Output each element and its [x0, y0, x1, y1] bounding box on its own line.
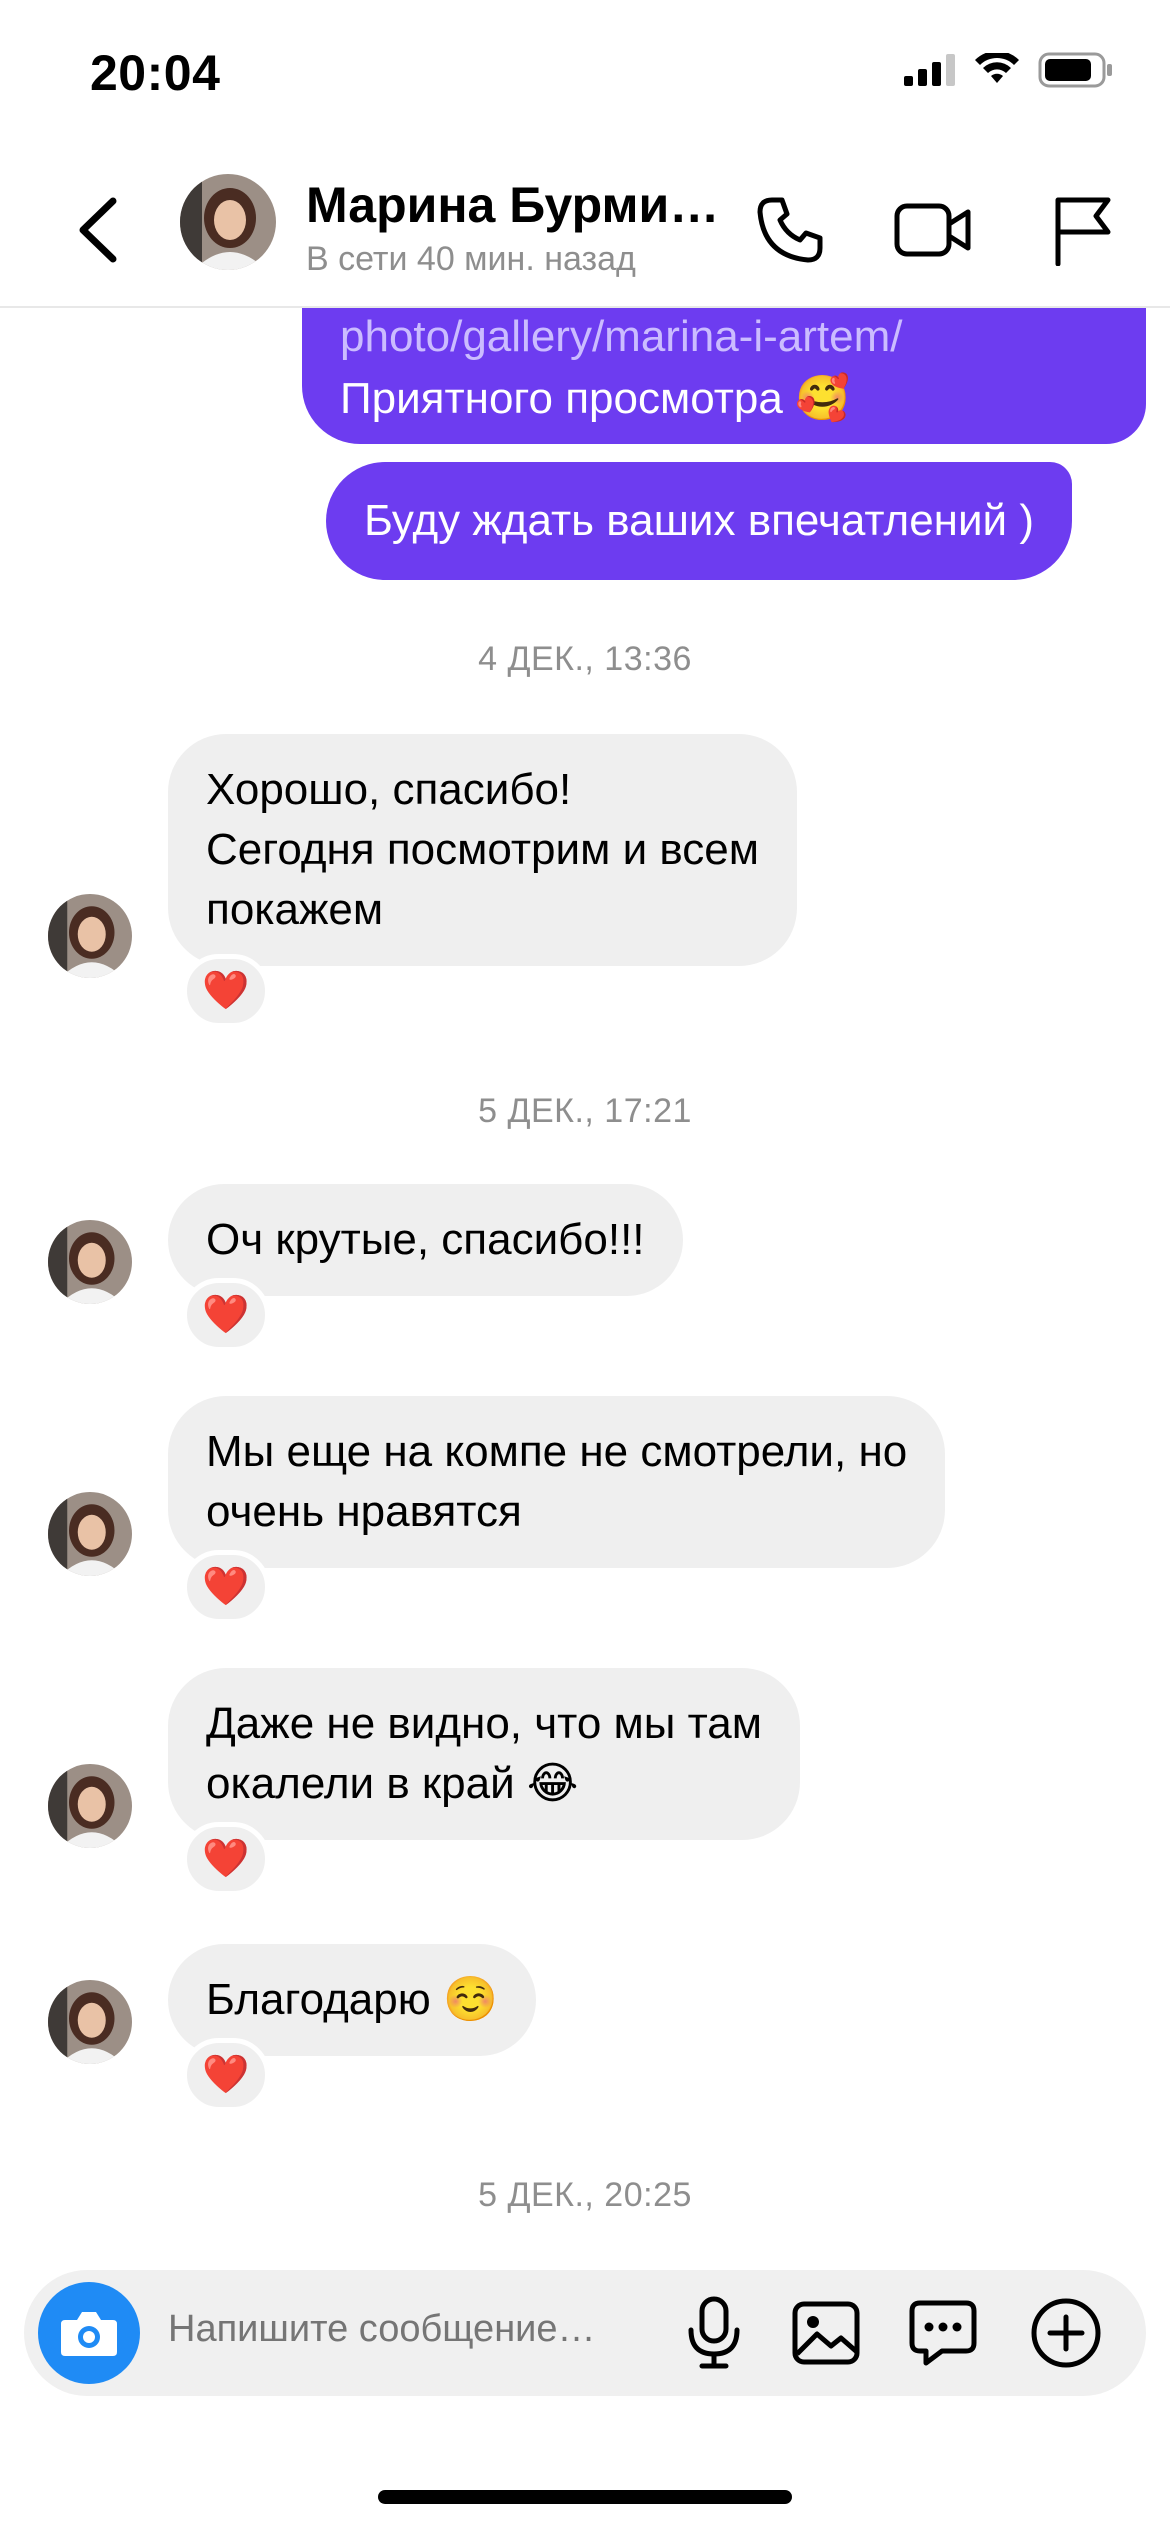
microphone-icon	[688, 2296, 740, 2369]
camera-button[interactable]	[38, 2282, 140, 2384]
voice-message-button[interactable]	[674, 2293, 754, 2373]
report-button[interactable]	[1042, 190, 1122, 270]
chat-screen: 20:04 Марина Бурмист В сети 40 мин. наза…	[0, 0, 1170, 2532]
sender-avatar[interactable]	[48, 1980, 132, 2064]
message-line: Даже не видно, что мы там	[206, 1699, 762, 1748]
message-timestamp: 5 ДЕК., 20:25	[478, 2176, 692, 2214]
more-options-button[interactable]	[1026, 2293, 1106, 2373]
outgoing-message[interactable]: Буду ждать ваших впечатлений )	[326, 462, 1073, 580]
sticker-button[interactable]	[903, 2293, 983, 2373]
heart-reaction[interactable]: ❤️	[182, 954, 270, 1028]
heart-icon: ❤️	[202, 1294, 250, 1336]
heart-icon: ❤️	[202, 1838, 250, 1880]
message-composer	[24, 2270, 1146, 2396]
status-bar: 20:04	[0, 0, 1170, 150]
outgoing-link[interactable]: photo/gallery/marina-i-artem/	[340, 308, 1108, 366]
incoming-message[interactable]: Хорошо, спасибо! Сегодня посмотрим и все…	[168, 734, 797, 966]
message-line: Оч крутые, спасибо!!!	[206, 1215, 645, 1264]
contact-avatar[interactable]	[180, 174, 276, 270]
heart-icon: ❤️	[202, 2054, 250, 2096]
contact-name[interactable]: Марина Бурмистрова	[306, 176, 726, 234]
wifi-icon	[975, 53, 1019, 83]
sender-avatar[interactable]	[48, 1764, 132, 1848]
status-time: 20:04	[90, 45, 221, 101]
sender-avatar[interactable]	[48, 1220, 132, 1304]
message-line: Благодарю ☺️	[206, 1975, 498, 2024]
message-timestamp: 4 ДЕК., 13:36	[478, 640, 692, 678]
call-button[interactable]	[750, 190, 830, 270]
status-icons	[904, 52, 1114, 88]
heart-icon: ❤️	[202, 1566, 250, 1608]
heart-reaction[interactable]: ❤️	[182, 1278, 270, 1352]
heart-icon: ❤️	[202, 970, 250, 1012]
home-indicator[interactable]	[378, 2490, 792, 2504]
outgoing-link-caption: Приятного просмотра 🥰	[340, 374, 850, 423]
phone-icon	[757, 197, 823, 263]
flag-icon	[1055, 197, 1111, 266]
message-timestamp: 5 ДЕК., 17:21	[478, 1092, 692, 1130]
incoming-message[interactable]: Даже не видно, что мы там окалели в край…	[168, 1668, 800, 1840]
sender-avatar[interactable]	[48, 1492, 132, 1576]
message-input[interactable]	[168, 2308, 668, 2351]
message-line: Мы еще на компе не смотрели, но	[206, 1427, 908, 1476]
message-line: окалели в край 😂	[206, 1759, 579, 1808]
back-button[interactable]	[62, 190, 132, 270]
video-call-button[interactable]	[893, 190, 973, 270]
incoming-message[interactable]: Мы еще на компе не смотрели, но очень нр…	[168, 1396, 946, 1568]
video-camera-icon	[894, 203, 971, 257]
sender-avatar[interactable]	[48, 894, 132, 978]
heart-reaction[interactable]: ❤️	[182, 1550, 270, 1624]
cellular-signal-icon	[904, 54, 955, 86]
message-line: Хорошо, спасибо!	[206, 765, 572, 814]
contact-status: В сети 40 мин. назад	[306, 240, 636, 278]
message-line: очень нравятся	[206, 1487, 522, 1536]
plus-circle-icon	[1031, 2298, 1101, 2368]
gallery-button[interactable]	[786, 2293, 866, 2373]
chevron-left-icon	[79, 197, 117, 263]
message-list[interactable]: photo/gallery/marina-i-artem/ Приятного …	[0, 288, 1170, 2268]
heart-reaction[interactable]: ❤️	[182, 2038, 270, 2112]
message-line: покажем	[206, 885, 384, 934]
chat-bubble-icon	[909, 2300, 977, 2366]
chat-header: Марина Бурмистрова В сети 40 мин. назад	[0, 150, 1170, 308]
heart-reaction[interactable]: ❤️	[182, 1822, 270, 1896]
image-icon	[792, 2301, 860, 2365]
battery-icon	[1038, 52, 1112, 88]
camera-icon	[61, 2312, 117, 2356]
outgoing-message[interactable]: photo/gallery/marina-i-artem/ Приятного …	[302, 288, 1146, 444]
outgoing-message-text: Буду ждать ваших впечатлений )	[364, 496, 1035, 545]
message-line: Сегодня посмотрим и всем	[206, 825, 759, 874]
